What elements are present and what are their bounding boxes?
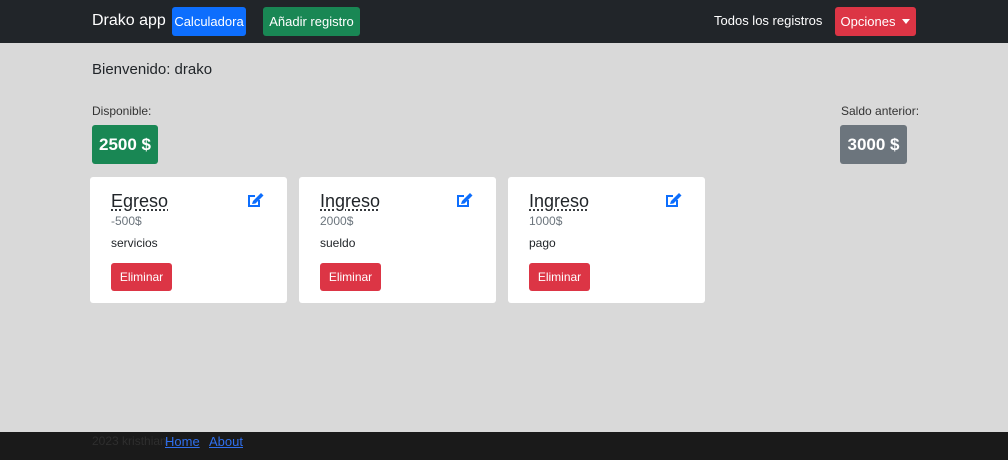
page-footer: 2023 kristhian Home About xyxy=(0,432,1008,460)
previous-balance-label: Saldo anterior: xyxy=(841,104,920,118)
copyright-text: 2023 kristhian xyxy=(92,434,167,448)
welcome-heading: Bienvenido: drako xyxy=(92,61,213,78)
brand-link[interactable]: Drako app xyxy=(92,12,166,30)
record-amount: 1000$ xyxy=(529,214,563,228)
options-dropdown-button[interactable]: Opciones xyxy=(835,7,916,36)
record-description: sueldo xyxy=(320,236,356,250)
record-card: Ingreso 2000$ sueldo Eliminar xyxy=(299,177,496,303)
record-type: Ingreso xyxy=(320,191,381,211)
top-navbar: Drako app Calculadora Añadir registro To… xyxy=(0,0,1008,43)
options-label: Opciones xyxy=(840,14,896,29)
delete-button[interactable]: Eliminar xyxy=(111,263,172,291)
caret-down-icon xyxy=(902,19,911,24)
available-balance-badge: 2500 $ xyxy=(92,125,158,164)
record-description: pago xyxy=(529,236,556,250)
record-type: Ingreso xyxy=(529,191,590,211)
record-card: Ingreso 1000$ pago Eliminar xyxy=(508,177,705,303)
record-amount: -500$ xyxy=(111,214,142,228)
about-link[interactable]: About xyxy=(209,434,243,449)
previous-balance-badge: 3000 $ xyxy=(840,125,907,164)
record-card: Egreso -500$ servicios Eliminar xyxy=(90,177,287,303)
edit-icon[interactable] xyxy=(663,190,683,210)
add-record-button[interactable]: Añadir registro xyxy=(263,7,360,36)
home-link[interactable]: Home xyxy=(165,434,200,449)
calculator-button[interactable]: Calculadora xyxy=(172,7,246,36)
record-description: servicios xyxy=(111,236,158,250)
edit-icon[interactable] xyxy=(245,190,265,210)
available-label: Disponible: xyxy=(92,104,152,118)
delete-button[interactable]: Eliminar xyxy=(320,263,381,291)
record-amount: 2000$ xyxy=(320,214,354,228)
delete-button[interactable]: Eliminar xyxy=(529,263,590,291)
record-type: Egreso xyxy=(111,191,169,211)
all-records-link[interactable]: Todos los registros xyxy=(714,13,822,28)
edit-icon[interactable] xyxy=(454,190,474,210)
